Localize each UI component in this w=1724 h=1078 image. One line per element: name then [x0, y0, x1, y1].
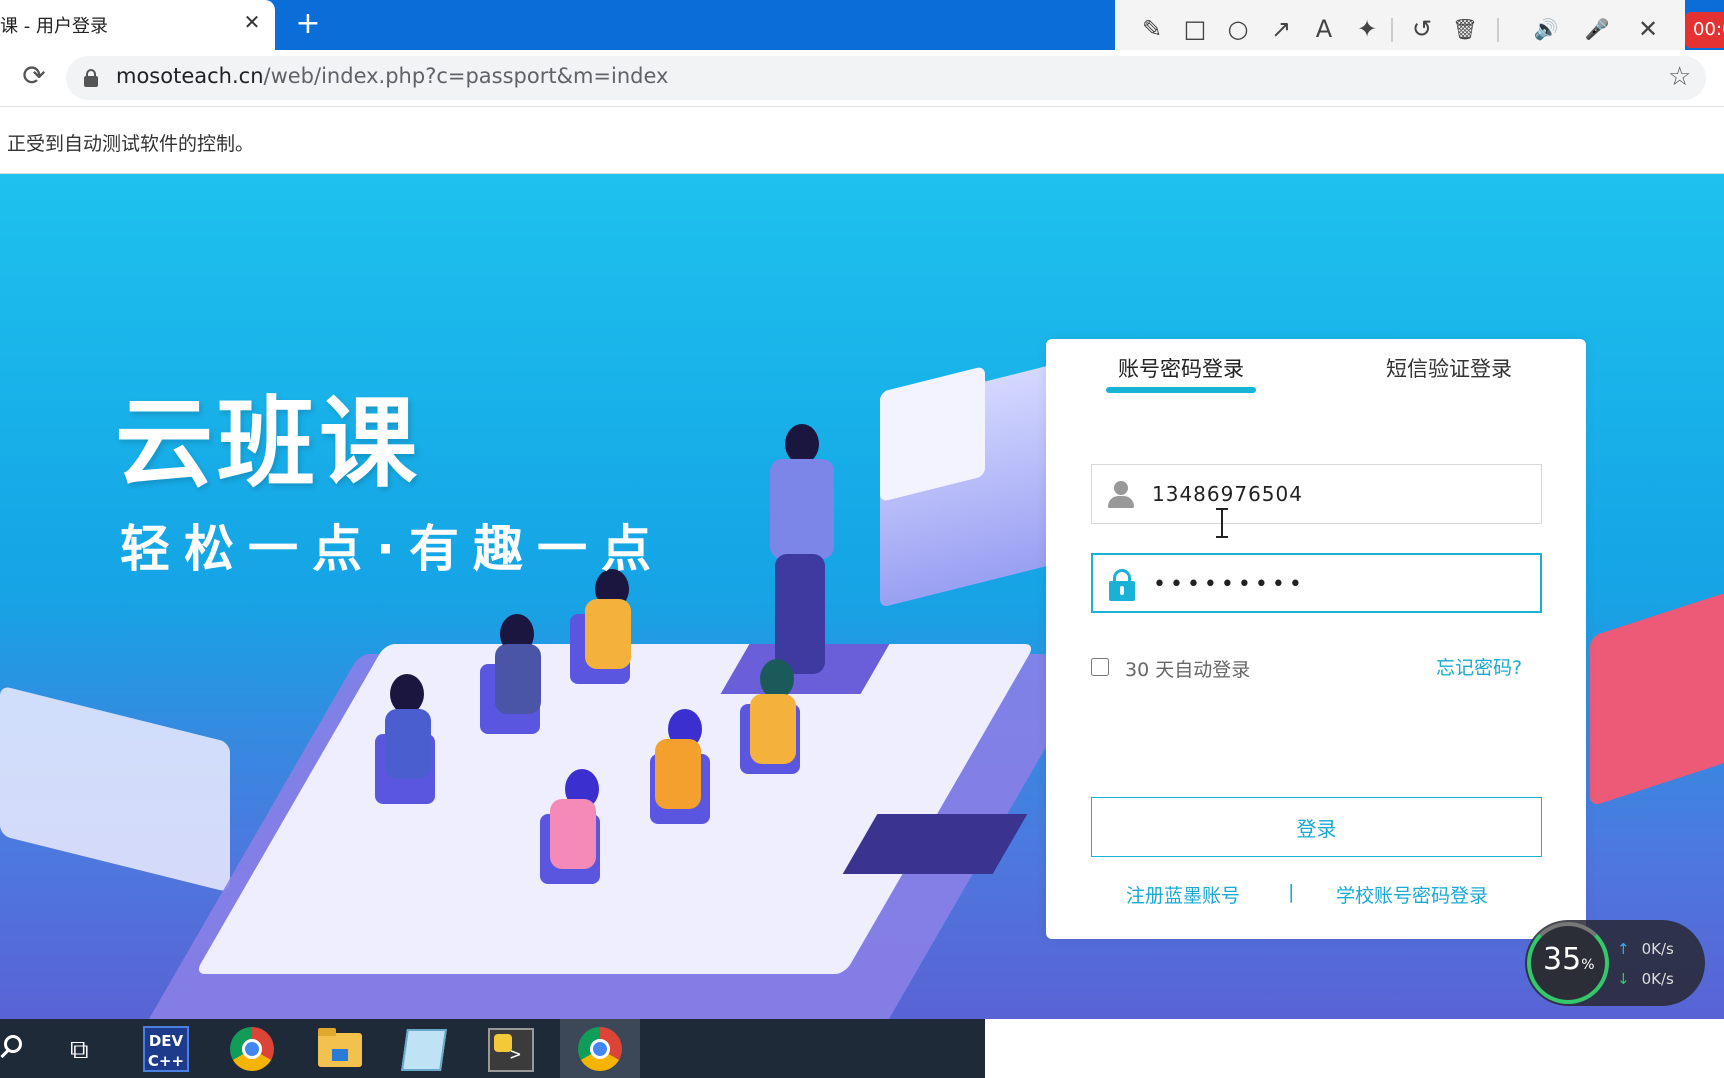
link-divider: | [1288, 881, 1295, 903]
chrome-active-task[interactable] [560, 1019, 640, 1078]
tab-password-login[interactable]: 账号密码登录 [1118, 353, 1244, 383]
file-explorer-icon[interactable] [318, 1028, 362, 1067]
brand-logo-text: 云班课 [115, 387, 422, 501]
school-login-link[interactable]: 学校账号密码登录 [1336, 881, 1488, 908]
speaker-icon[interactable]: 🔊 [1531, 13, 1561, 45]
upload-speed: ↑ 0K/s [1617, 940, 1674, 958]
notepad-icon[interactable] [401, 1029, 447, 1071]
network-speed-widget[interactable]: 35% ↑ 0K/s ↓ 0K/s [1525, 920, 1705, 1006]
infobar-message: 正受到自动测试软件的控制。 [7, 133, 255, 155]
password-field[interactable] [1091, 553, 1542, 613]
arrow-icon[interactable]: ↗ [1266, 13, 1296, 45]
register-link[interactable]: 注册蓝墨账号 [1126, 881, 1240, 908]
toolbar-divider [1391, 18, 1393, 42]
remember-checkbox[interactable] [1091, 658, 1109, 676]
download-speed: ↓ 0K/s [1617, 970, 1674, 988]
trash-icon[interactable]: 🗑 [1450, 13, 1480, 45]
text-icon[interactable]: A [1309, 13, 1339, 45]
text-cursor-icon [1216, 508, 1228, 538]
close-icon[interactable]: ✕ [1633, 13, 1663, 45]
python-shell-icon[interactable]: > [488, 1028, 534, 1072]
brand-slogan: 轻松一点·有趣一点 [120, 520, 665, 578]
tab-close-icon[interactable]: ✕ [240, 10, 264, 34]
tab-title: 课 - 用户登录 [0, 16, 108, 37]
address-bar[interactable]: mosoteach.cn/web/index.php?c=passport&m=… [66, 56, 1706, 100]
url-text[interactable]: mosoteach.cn/web/index.php?c=passport&m=… [116, 64, 668, 88]
lock-icon [1105, 567, 1139, 601]
password-input[interactable] [1153, 563, 1533, 605]
reload-icon[interactable]: ⟳ [18, 60, 50, 92]
login-button[interactable]: 登录 [1091, 797, 1542, 857]
search-icon[interactable] [0, 1033, 28, 1063]
username-input[interactable] [1152, 473, 1532, 515]
chrome-icon [578, 1027, 622, 1071]
login-hero-background: 云班课 轻松一点·有趣一点 账号密码登录 短信验证登录 30 天自动登录 忘记密… [0, 174, 1724, 1019]
microphone-icon[interactable]: 🎤 [1582, 13, 1612, 45]
tab-sms-login[interactable]: 短信验证登录 [1386, 353, 1512, 383]
download-arrow-icon: ↓ [1617, 970, 1630, 988]
toolbar-divider [1497, 18, 1499, 42]
bookmark-star-icon[interactable]: ☆ [1668, 62, 1691, 92]
browser-toolbar: ⟳ mosoteach.cn/web/index.php?c=passport&… [0, 50, 1724, 106]
screen: 课 - 用户登录 ✕ + ✎ □ ○ ↗ A ✦ ↺ 🗑 🔊 🎤 ✕ 00:0 … [0, 0, 1724, 1078]
pencil-icon[interactable]: ✎ [1137, 13, 1167, 45]
chrome-icon[interactable] [230, 1027, 274, 1071]
remember-label: 30 天自动登录 [1125, 659, 1251, 681]
user-icon [1104, 477, 1138, 511]
upload-arrow-icon: ↑ [1617, 940, 1630, 958]
url-host: mosoteach.cn [116, 64, 264, 88]
url-path: /web/index.php?c=passport&m=index [263, 64, 669, 88]
username-field[interactable] [1091, 464, 1542, 524]
forgot-password-link[interactable]: 忘记密码? [1436, 653, 1522, 680]
task-view-icon[interactable]: ⧉ [70, 1035, 89, 1066]
usage-percent: 35% [1543, 942, 1595, 977]
undo-icon[interactable]: ↺ [1407, 13, 1437, 45]
login-panel: 账号密码登录 短信验证登录 30 天自动登录 忘记密码? 登录 注册蓝墨账号 |… [1046, 339, 1586, 939]
login-footer-links: 注册蓝墨账号 | 学校账号密码登录 [1046, 881, 1586, 911]
automation-infobar: 正受到自动测试软件的控制。 [0, 106, 1724, 174]
windows-taskbar: ⧉ DEV C++ > [0, 1019, 985, 1078]
new-tab-button[interactable]: + [292, 8, 324, 40]
browser-tab-login[interactable]: 课 - 用户登录 ✕ [0, 0, 275, 50]
magic-wand-icon[interactable]: ✦ [1352, 13, 1382, 45]
lock-icon[interactable] [84, 69, 98, 87]
circle-icon[interactable]: ○ [1223, 13, 1253, 45]
rectangle-icon[interactable]: □ [1180, 13, 1210, 45]
recording-timer[interactable]: 00:0 [1685, 12, 1724, 48]
dev-cpp-icon[interactable]: DEV C++ [143, 1026, 189, 1072]
active-tab-indicator [1106, 387, 1256, 393]
